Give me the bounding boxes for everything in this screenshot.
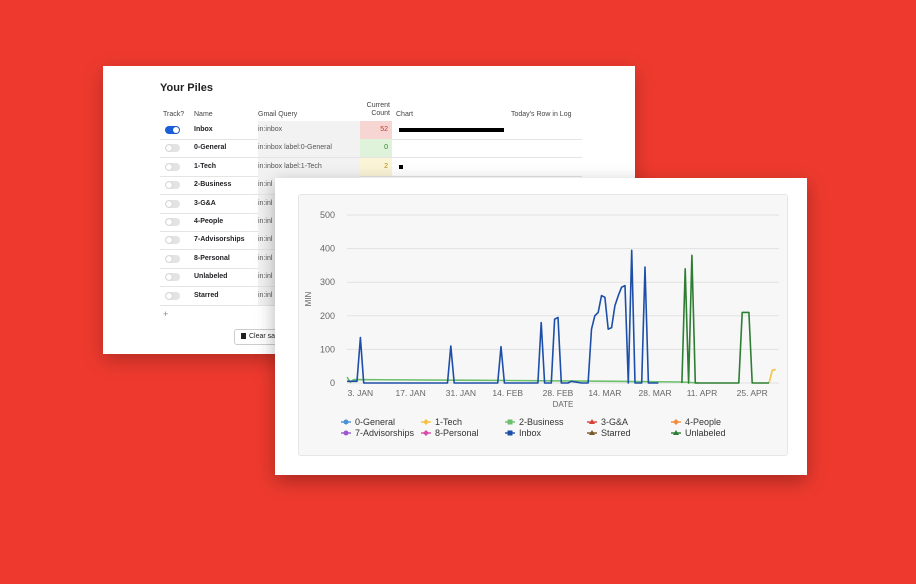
trash-icon <box>241 333 246 339</box>
track-toggle[interactable] <box>165 236 180 245</box>
toggle-knob <box>173 127 179 133</box>
gmail-query[interactable]: in:inbox label:1-Tech <box>258 157 360 176</box>
track-toggle[interactable] <box>165 162 180 171</box>
x-tick-label: 28. FEB <box>543 388 574 398</box>
current-count: 2 <box>360 157 392 176</box>
legend-label: 2-Business <box>519 417 564 427</box>
table-row: 1-Tech in:inbox label:1-Tech 2 <box>160 157 582 177</box>
pile-name: 0-General <box>194 144 227 152</box>
current-count: 0 <box>360 139 392 158</box>
toggle-knob <box>166 237 172 244</box>
legend-marker <box>507 430 513 436</box>
pile-name: 1-Tech <box>194 162 217 170</box>
y-axis-label: MIN <box>304 291 313 306</box>
header-query: Gmail Query <box>258 111 298 118</box>
toggle-knob <box>166 274 172 281</box>
x-tick-label: 14. FEB <box>492 388 523 398</box>
toggle-knob <box>166 255 172 262</box>
header-name: Name <box>194 111 213 118</box>
x-tick-label: 31. JAN <box>446 388 476 398</box>
track-toggle[interactable] <box>165 218 180 226</box>
track-toggle[interactable] <box>165 144 180 153</box>
chart-panel: 0 100 200 300 400 500 3. JAN 17. JAN 31. JAN 14. … <box>298 194 788 456</box>
pile-name: 8-Personal <box>194 254 230 262</box>
legend-marker <box>507 419 513 425</box>
legend-marker <box>343 419 349 425</box>
pile-name: 3-G&A <box>194 199 216 207</box>
table-row: Inbox in:inbox 52 <box>160 121 582 140</box>
header-today: Today's Row in Log <box>511 111 572 118</box>
gmail-query[interactable]: in:inbox label:0-General <box>258 139 360 158</box>
legend-label: Unlabeled <box>685 428 726 438</box>
line-chart: 0 100 200 300 400 500 3. JAN 17. JAN 31. JAN 14. … <box>304 210 779 438</box>
legend-label: 7-Advisorships <box>355 428 415 438</box>
legend-label: 1-Tech <box>435 417 462 427</box>
series-line-unlabeled <box>681 254 769 384</box>
series-line-inbox <box>347 249 659 384</box>
y-tick-label: 500 <box>320 210 335 220</box>
header-count-line1: Current <box>366 102 390 109</box>
chart-card: 0 100 200 300 400 500 3. JAN 17. JAN 31. JAN 14. … <box>275 178 807 475</box>
clear-button-label: Clear sa <box>249 333 276 340</box>
toggle-knob <box>166 292 172 299</box>
legend-marker <box>423 430 429 436</box>
legend-marker <box>423 419 429 425</box>
x-tick-label: 28. MAR <box>639 388 672 398</box>
y-tick-label: 100 <box>320 344 335 354</box>
series-line-1-tech <box>768 368 776 384</box>
track-toggle[interactable] <box>165 273 180 282</box>
legend-label: 0-General <box>355 417 395 427</box>
legend-label: Inbox <box>519 428 542 438</box>
pile-name: 2-Business <box>194 181 232 189</box>
series-line-2-business <box>346 376 699 384</box>
x-tick-label: 11. APR <box>687 388 718 398</box>
piles-title: Your Piles <box>160 82 213 94</box>
header-track: Track? <box>163 111 185 118</box>
toggle-knob <box>166 163 172 170</box>
pile-name: 4-People <box>194 218 224 225</box>
table-row: 0-General in:inbox label:0-General 0 <box>160 139 582 159</box>
pile-name: 7-Advisorships <box>194 236 245 244</box>
x-tick-label: 14. MAR <box>588 388 621 398</box>
pile-name: Starred <box>194 291 219 299</box>
pile-name: Unlabeled <box>194 273 228 281</box>
track-toggle[interactable] <box>165 181 180 190</box>
header-count-line2: Count <box>371 110 390 117</box>
track-toggle[interactable] <box>165 254 180 263</box>
toggle-knob <box>166 219 172 225</box>
y-tick-label: 300 <box>320 277 335 287</box>
x-tick-label: 25. APR <box>737 388 768 398</box>
y-tick-label: 400 <box>320 244 335 254</box>
header-count: Current Count <box>362 102 390 118</box>
track-toggle[interactable] <box>165 126 180 134</box>
legend-label: 3-G&A <box>601 417 628 427</box>
track-toggle[interactable] <box>165 199 180 208</box>
add-pile-button[interactable]: + <box>163 309 168 319</box>
count-bar <box>399 164 404 169</box>
header-chart: Chart <box>396 111 414 118</box>
toggle-knob <box>166 182 172 189</box>
track-toggle[interactable] <box>165 291 180 300</box>
toggle-knob <box>166 145 172 152</box>
x-tick-label: 17. JAN <box>396 388 426 398</box>
count-bar <box>399 128 504 132</box>
pile-name: Inbox <box>194 126 213 133</box>
legend-marker <box>673 419 679 425</box>
legend-label: 8-Personal <box>435 428 479 438</box>
legend-label: Starred <box>601 428 631 438</box>
current-count: 52 <box>360 121 392 139</box>
x-tick-label: 3. JAN <box>348 388 374 398</box>
gmail-query[interactable]: in:inbox <box>258 121 360 139</box>
y-tick-label: 200 <box>320 311 335 321</box>
y-tick-label: 0 <box>330 378 335 388</box>
x-axis-label: DATE <box>553 400 574 409</box>
legend-label: 4-People <box>685 417 721 427</box>
toggle-knob <box>166 200 172 207</box>
legend-marker <box>343 430 349 436</box>
